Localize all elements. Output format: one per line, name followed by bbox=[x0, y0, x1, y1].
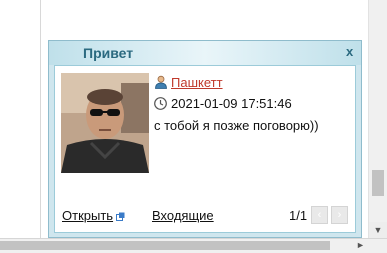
background-divider bbox=[40, 0, 41, 238]
chevron-left-icon: ‹ bbox=[317, 209, 322, 221]
message-notification-popup: Привет x Пашкетт 2021-01-09 17:51:46 с т… bbox=[48, 40, 362, 238]
sender-avatar[interactable] bbox=[61, 73, 149, 173]
scroll-right-arrow-icon[interactable]: ► bbox=[352, 238, 369, 253]
clock-icon bbox=[154, 96, 167, 110]
chevron-right-icon: › bbox=[337, 209, 342, 221]
sender-name-link[interactable]: Пашкетт bbox=[171, 75, 223, 90]
scroll-down-arrow-icon[interactable]: ▼ bbox=[369, 222, 387, 238]
inbox-link[interactable]: Входящие bbox=[152, 208, 214, 223]
user-icon bbox=[155, 75, 167, 89]
popup-body: Пашкетт 2021-01-09 17:51:46 с тобой я по… bbox=[54, 65, 356, 233]
prev-message-button[interactable]: ‹ bbox=[311, 206, 328, 224]
next-message-button[interactable]: › bbox=[331, 206, 348, 224]
popup-header[interactable]: Привет x bbox=[49, 41, 361, 65]
popup-title: Привет bbox=[83, 45, 134, 61]
timestamp-row: 2021-01-09 17:51:46 bbox=[154, 95, 292, 111]
open-message-link[interactable]: Открыть bbox=[62, 208, 125, 223]
close-button[interactable]: x bbox=[346, 44, 353, 59]
horizontal-scrollbar-thumb[interactable] bbox=[0, 241, 330, 250]
message-timestamp: 2021-01-09 17:51:46 bbox=[171, 95, 292, 111]
message-text: с тобой я позже поговорю)) bbox=[154, 118, 319, 133]
external-link-icon bbox=[116, 212, 125, 221]
vertical-scrollbar[interactable] bbox=[369, 0, 387, 238]
page-counter: 1/1 bbox=[289, 208, 308, 223]
vertical-scrollbar-thumb[interactable] bbox=[372, 170, 384, 196]
sender-row: Пашкетт bbox=[154, 74, 223, 90]
open-link-label[interactable]: Открыть bbox=[62, 208, 113, 223]
